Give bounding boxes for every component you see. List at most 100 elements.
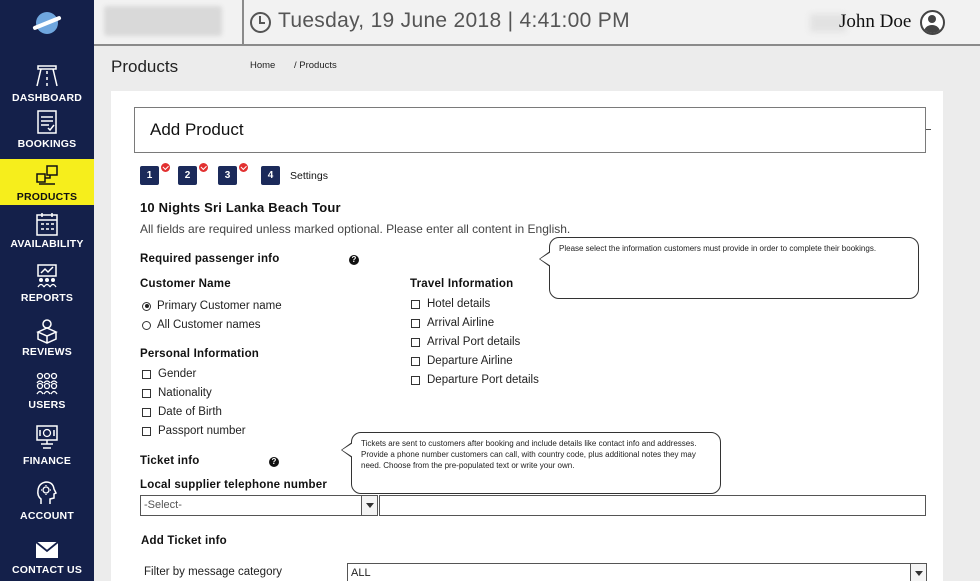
filter-category-label: Filter by message category xyxy=(144,566,283,578)
sidebar-item-label: BOOKINGS xyxy=(17,138,77,150)
sidebar-item-label: USERS xyxy=(28,399,66,411)
page-title: Products xyxy=(111,57,179,76)
checkbox-icon xyxy=(142,369,151,379)
user-avatar-icon[interactable] xyxy=(920,10,945,35)
sidebar-item-finance[interactable]: FINANCE xyxy=(0,424,94,470)
checkbox-hotel-details[interactable]: Hotel details xyxy=(411,298,490,310)
top-bar: Tuesday, 19 June 2018 | 4:41:00 PM John … xyxy=(94,0,980,46)
step-2-button[interactable]: 2 xyxy=(178,166,197,185)
option-label: Date of Birth xyxy=(158,406,222,418)
ticket-info-tooltip: Tickets are sent to customers after book… xyxy=(351,432,721,494)
option-label: Gender xyxy=(158,368,197,380)
header-divider xyxy=(242,0,244,46)
sidebar: DASHBOARD BOOKINGS PRODUCTS AVAILABILITY xyxy=(0,0,94,581)
checkbox-icon xyxy=(411,337,420,347)
header-tick-mark xyxy=(926,129,931,130)
sidebar-item-label: AVAILABILITY xyxy=(10,238,84,250)
option-label: All Customer names xyxy=(157,319,261,331)
globe-plane-icon xyxy=(36,12,58,34)
sidebar-item-label: DASHBOARD xyxy=(11,92,83,104)
app-logo[interactable] xyxy=(0,0,94,46)
sidebar-item-reviews[interactable]: REVIEWS xyxy=(0,317,94,363)
sidebar-item-bookings[interactable]: BOOKINGS xyxy=(0,108,94,154)
checkbox-date-of-birth[interactable]: Date of Birth xyxy=(142,406,222,418)
finance-icon xyxy=(35,424,59,450)
breadcrumb-current: / Products xyxy=(294,60,337,71)
checkbox-arrival-port-details[interactable]: Arrival Port details xyxy=(411,336,520,348)
sidebar-item-dashboard[interactable]: DASHBOARD xyxy=(0,58,94,106)
help-icon[interactable]: ? xyxy=(269,457,279,467)
supplier-phone-input[interactable] xyxy=(379,495,926,516)
add-ticket-info-heading: Add Ticket info xyxy=(141,535,227,547)
radio-checked-icon xyxy=(142,301,151,311)
step-4-button[interactable]: 4 xyxy=(261,166,280,185)
ticket-info-heading: Ticket info xyxy=(140,455,200,467)
breadcrumb-home[interactable]: Home xyxy=(250,60,275,71)
checkbox-icon xyxy=(411,299,420,309)
radio-icon xyxy=(142,320,151,330)
chevron-down-icon xyxy=(361,496,377,515)
radio-all-customer-names[interactable]: All Customer names xyxy=(142,319,261,331)
tour-name: 10 Nights Sri Lanka Beach Tour xyxy=(140,200,341,215)
account-icon xyxy=(35,480,59,506)
checkbox-icon xyxy=(411,318,420,328)
current-step-label: Settings xyxy=(290,170,328,182)
users-icon xyxy=(35,371,59,397)
help-icon[interactable]: ? xyxy=(349,255,359,265)
checkbox-departure-port-details[interactable]: Departure Port details xyxy=(411,374,539,386)
blurred-company-logo xyxy=(104,6,222,36)
customer-name-heading: Customer Name xyxy=(140,278,231,290)
sidebar-item-availability[interactable]: AVAILABILITY xyxy=(0,208,94,254)
sidebar-item-account[interactable]: ACCOUNT xyxy=(0,479,94,525)
check-icon xyxy=(161,163,170,172)
checkbox-icon xyxy=(142,388,151,398)
sidebar-item-label: CONTACT US xyxy=(11,564,83,576)
card-header: Add Product xyxy=(134,107,926,153)
sidebar-item-label: REVIEWS xyxy=(22,346,72,358)
radio-primary-customer-name[interactable]: Primary Customer name xyxy=(142,300,282,312)
products-icon xyxy=(35,162,59,188)
sidebar-item-users[interactable]: USERS xyxy=(0,370,94,416)
app-root: DASHBOARD BOOKINGS PRODUCTS AVAILABILITY xyxy=(0,0,980,581)
current-datetime: Tuesday, 19 June 2018 | 4:41:00 PM xyxy=(278,9,630,32)
option-label: Nationality xyxy=(158,387,212,399)
sidebar-item-label: FINANCE xyxy=(22,455,72,467)
checkbox-departure-airline[interactable]: Departure Airline xyxy=(411,355,513,367)
sidebar-item-label: PRODUCTS xyxy=(16,191,78,203)
option-label: Arrival Airline xyxy=(427,317,495,329)
bookings-icon xyxy=(35,109,59,135)
step-1-button[interactable]: 1 xyxy=(140,166,159,185)
reviews-icon xyxy=(35,318,59,344)
card-title: Add Product xyxy=(150,120,244,139)
option-label: Hotel details xyxy=(427,298,491,310)
sidebar-item-contact-us[interactable]: CONTACT US xyxy=(0,536,94,581)
message-category-select[interactable]: ALL xyxy=(347,563,927,581)
checkbox-icon xyxy=(411,375,420,385)
checkbox-passport-number[interactable]: Passport number xyxy=(142,425,246,437)
supplier-phone-label: Local supplier telephone number xyxy=(140,479,328,491)
passenger-info-tooltip: Please select the information customers … xyxy=(549,237,919,299)
select-value: ALL xyxy=(351,567,371,579)
add-product-card: Add Product 1 2 3 4 Settings 10 Nights S… xyxy=(111,91,943,581)
check-icon xyxy=(239,163,248,172)
select-value: -Select- xyxy=(144,499,182,511)
clock-icon xyxy=(250,12,271,33)
sidebar-item-products[interactable]: PRODUCTS xyxy=(0,159,94,205)
travel-information-heading: Travel Information xyxy=(410,278,514,290)
step-3-button[interactable]: 3 xyxy=(218,166,237,185)
chevron-down-icon xyxy=(910,564,926,581)
country-code-select[interactable]: -Select- xyxy=(140,495,378,516)
form-instructions: All fields are required unless marked op… xyxy=(140,222,571,236)
option-label: Arrival Port details xyxy=(427,336,521,348)
required-passenger-info-heading: Required passenger info xyxy=(140,253,280,265)
checkbox-icon xyxy=(142,407,151,417)
check-icon xyxy=(199,163,208,172)
user-name[interactable]: John Doe xyxy=(839,11,911,33)
sidebar-item-reports[interactable]: REPORTS xyxy=(0,262,94,308)
checkbox-arrival-airline[interactable]: Arrival Airline xyxy=(411,317,494,329)
checkbox-gender[interactable]: Gender xyxy=(142,368,196,380)
checkbox-nationality[interactable]: Nationality xyxy=(142,387,212,399)
reports-icon xyxy=(35,263,59,289)
checkbox-icon xyxy=(411,356,420,366)
envelope-icon xyxy=(35,538,59,564)
